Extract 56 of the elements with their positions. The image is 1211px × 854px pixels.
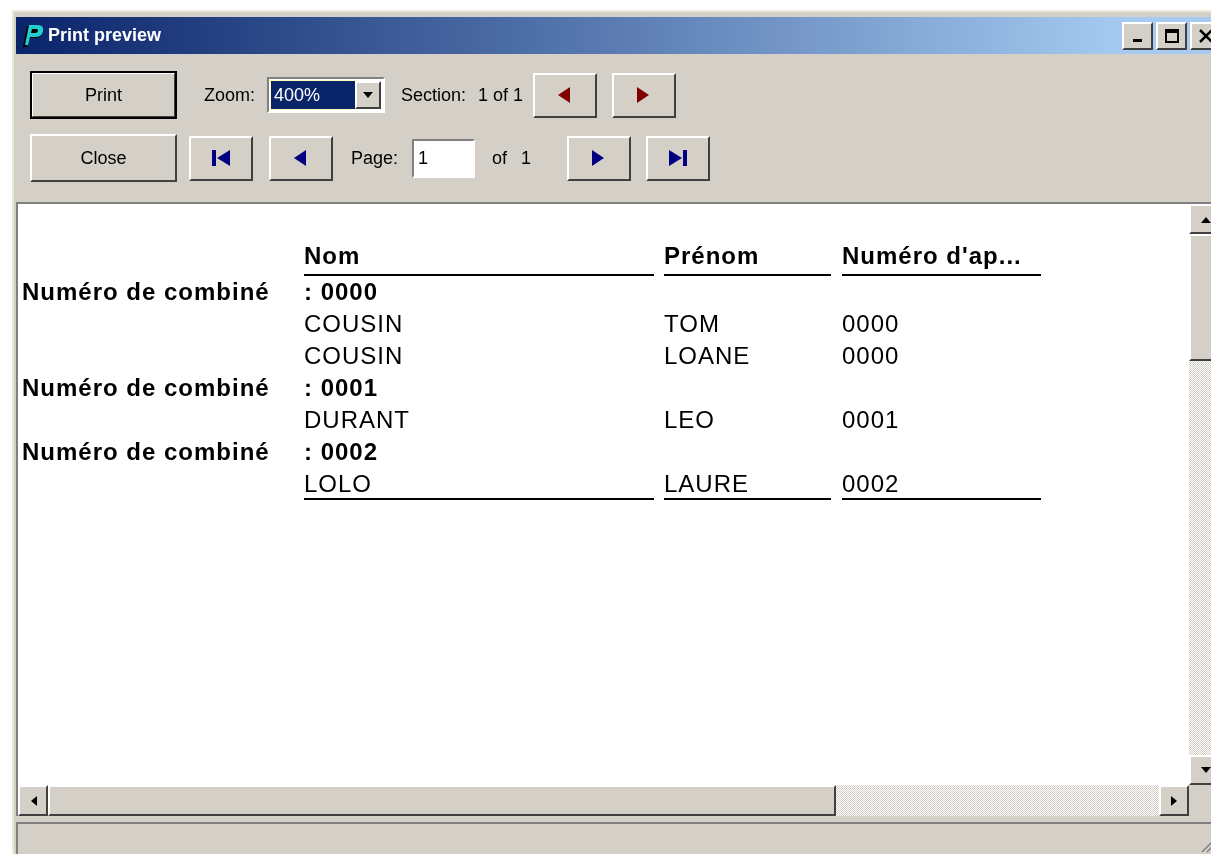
section-label: Section: bbox=[401, 84, 467, 106]
last-button[interactable] bbox=[646, 135, 711, 181]
table-cell-text: DURANT bbox=[304, 405, 411, 435]
table-cell-text: LEO bbox=[664, 405, 717, 435]
next-button[interactable] bbox=[612, 72, 677, 118]
close-button[interactable] bbox=[1190, 21, 1211, 50]
print-button[interactable]: Print bbox=[30, 71, 177, 119]
table-cell: LOLO bbox=[304, 468, 654, 500]
table-cell-text: 0000 bbox=[842, 309, 901, 339]
prev-button[interactable] bbox=[269, 135, 333, 181]
close-preview-button[interactable]: Close bbox=[30, 134, 177, 182]
scroll-right-button[interactable] bbox=[1159, 785, 1189, 816]
table-cell-text: 0001 bbox=[842, 405, 901, 435]
group-value: : 0000 bbox=[304, 278, 379, 306]
horizontal-scrollbar[interactable] bbox=[18, 785, 1189, 816]
column-header: Prénom bbox=[664, 240, 831, 276]
section-count: 1 of 1 bbox=[478, 84, 524, 106]
group-value: : 0002 bbox=[304, 438, 379, 466]
table-cell: LAURE bbox=[664, 468, 831, 500]
column-header: Numéro d'ap... bbox=[842, 240, 1041, 276]
table-cell-text: COUSIN bbox=[304, 341, 405, 371]
skip-arrow-icon bbox=[212, 148, 230, 168]
skip-arrow-icon bbox=[669, 148, 688, 168]
minimize-icon bbox=[1133, 39, 1142, 42]
down-arrow-icon bbox=[1200, 766, 1211, 774]
scroll-thumb[interactable] bbox=[48, 785, 836, 816]
table-cell-text: TOM bbox=[664, 309, 721, 339]
left-arrow-icon bbox=[29, 794, 37, 807]
group-value: : 0001 bbox=[304, 374, 379, 402]
table-cell: 0002 bbox=[842, 468, 1041, 500]
maximize-icon bbox=[1164, 28, 1179, 43]
scroll-left-button[interactable] bbox=[18, 785, 48, 816]
column-header: Nom bbox=[304, 240, 654, 276]
first-button[interactable] bbox=[189, 135, 253, 181]
table-cell-text: LOANE bbox=[664, 341, 752, 371]
page-label: Page: bbox=[351, 147, 399, 169]
group-label: Numéro de combiné bbox=[22, 278, 271, 306]
group-label: Numéro de combiné bbox=[22, 374, 271, 402]
dropdown-caret-icon bbox=[362, 91, 374, 99]
minimize-button[interactable] bbox=[1122, 21, 1153, 50]
table-cell-text: 0000 bbox=[842, 341, 901, 371]
page-field[interactable]: 1 bbox=[412, 138, 476, 178]
right-arrow-icon bbox=[1170, 794, 1178, 807]
page-count: 1 bbox=[521, 147, 532, 169]
next-button[interactable] bbox=[567, 135, 632, 181]
zoom-label: Zoom: bbox=[204, 84, 255, 106]
up-arrow-icon bbox=[1200, 215, 1211, 223]
close-icon bbox=[1198, 28, 1211, 43]
window-title: Print preview bbox=[48, 25, 162, 46]
app-icon bbox=[20, 22, 44, 49]
of-label: of bbox=[492, 147, 508, 169]
table-cell-text: COUSIN bbox=[304, 309, 405, 339]
prev-button[interactable] bbox=[533, 72, 598, 118]
zoom-dropdown[interactable]: 400% bbox=[267, 77, 385, 113]
group-label: Numéro de combiné bbox=[22, 438, 271, 466]
maximize-button[interactable] bbox=[1156, 21, 1187, 50]
